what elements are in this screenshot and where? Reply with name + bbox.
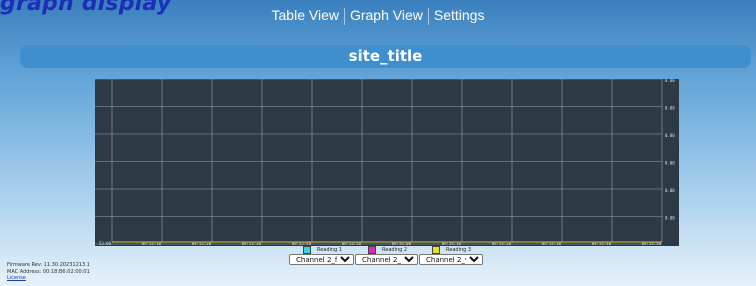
y-tick-label: 0.00 [665, 79, 675, 83]
nav-table-view[interactable]: Table View [268, 7, 343, 23]
footer: Firmware Rev: 11.30.20231213.1 MAC Addre… [7, 262, 90, 282]
x-tick-label: 53:00 [99, 241, 112, 246]
legend-item-reading-3: Reading 3 [432, 246, 471, 254]
nav-separator [427, 7, 429, 25]
legend-label-reading-2: Reading 2 [382, 247, 408, 253]
chart-svg: 0.000.000.000.000.000.0053:00 09:53:10 09:… [95, 79, 679, 246]
legend-swatch-reading-3 [432, 246, 440, 254]
y-tick-label: 0.00 [665, 161, 675, 166]
legend-swatch-reading-2 [368, 246, 376, 254]
y-tick-label: 0.00 [665, 188, 675, 193]
channel-select-2[interactable]: Channel 2_rfl [355, 254, 418, 265]
legend-label-reading-3: Reading 3 [446, 247, 472, 253]
nav-settings[interactable]: Settings [430, 7, 489, 23]
legend-item-reading-2: Reading 2 [368, 246, 407, 254]
y-tick-label: 0.00 [665, 216, 675, 221]
legend-label-reading-1: Reading 1 [317, 247, 343, 253]
firmware-rev: Firmware Rev: 11.30.20231213.1 [7, 262, 90, 268]
site-title-bar: site_title [20, 45, 751, 68]
nav-graph-view[interactable]: Graph View [346, 7, 427, 23]
channel-select-3[interactable]: Channel 2_vswr [419, 254, 483, 265]
chart-background [95, 79, 679, 246]
site-title: site_title [348, 47, 423, 65]
y-tick-label: 0.00 [665, 106, 675, 111]
y-tick-label: 0.00 [665, 133, 675, 138]
legend-swatch-reading-1 [303, 246, 311, 254]
graph-chart: 0.00 0.00 0.00 0.00 0.00 0.00 53:00 09:53:10 09:… [95, 79, 679, 246]
nav-separator [343, 7, 345, 25]
top-nav: Table View Graph View Settings [0, 7, 756, 25]
channel-select-1[interactable]: Channel 2_fwd [289, 254, 354, 265]
legend-item-reading-1: Reading 1 [303, 246, 342, 254]
license-link[interactable]: License [7, 275, 90, 282]
